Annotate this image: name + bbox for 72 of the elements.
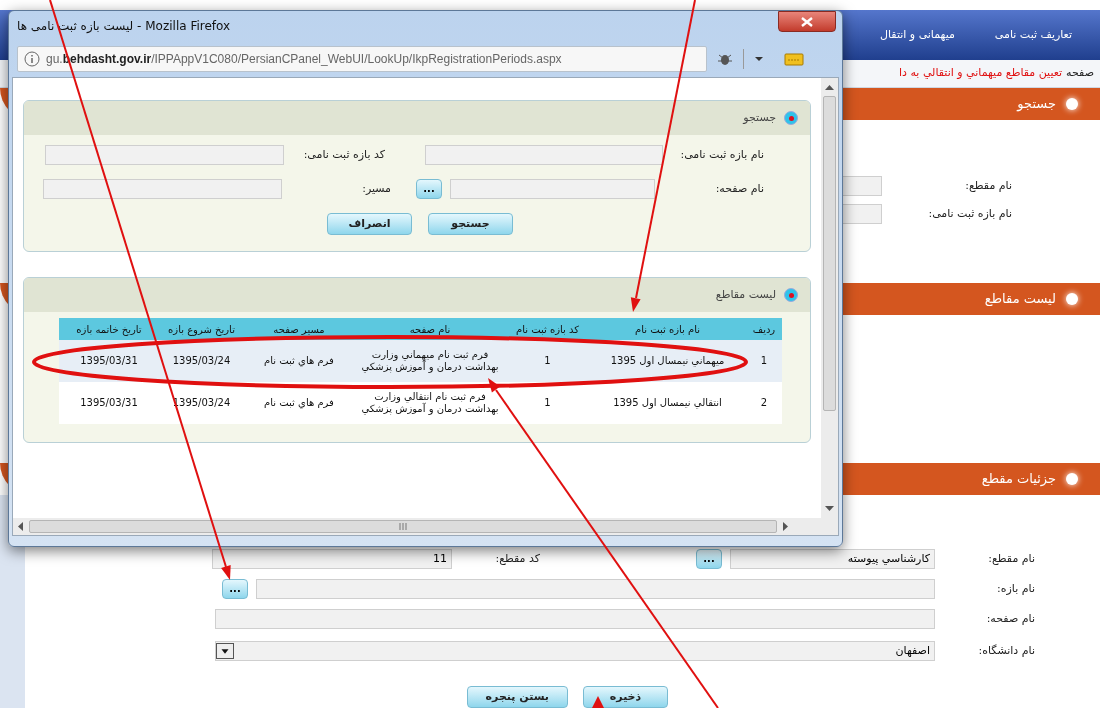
form-button[interactable]: ذخیره <box>583 686 668 708</box>
column-header: تاریخ خاتمه بازه <box>59 318 159 340</box>
field-label: کد بازه ثبت نامی: <box>302 148 385 162</box>
section-title: جستجو <box>1017 95 1056 114</box>
form-button[interactable]: انصراف <box>327 213 412 235</box>
text-field[interactable]: کارشناسي پيوسته <box>730 549 935 569</box>
column-header: کد بازه ثبت نام <box>506 318 589 340</box>
page-title: تعيين مقاطع ميهماني و انتقالي به دا <box>899 65 1063 82</box>
field-label: نام بازه ثبت نامی: <box>927 207 1012 221</box>
bug-icon[interactable] <box>717 52 733 66</box>
field-label: نام بازه ثبت نامی: <box>679 148 764 162</box>
text-field[interactable] <box>450 179 655 199</box>
field-label: نام مقطع: <box>987 552 1035 566</box>
text-field[interactable] <box>256 579 935 599</box>
lookup-button[interactable]: ... <box>696 549 722 569</box>
info-icon <box>24 51 40 67</box>
close-icon <box>801 16 813 27</box>
table-cell: 1 <box>506 340 589 382</box>
text-field[interactable] <box>45 145 284 165</box>
field-label: نام دانشگاه: <box>977 644 1035 658</box>
table-cell: فرم ثبت نام انتقالي وزارت بهداشت درمان و آموزش پزشکي <box>354 382 506 424</box>
table-cell: فرم هاي ثبت نام <box>244 340 354 382</box>
scroll-right-icon[interactable] <box>783 522 789 531</box>
tab-icon[interactable] <box>784 52 804 66</box>
field-label: نام صفحه: <box>985 612 1035 626</box>
field-label: نام صفحه: <box>714 182 764 196</box>
text-field[interactable]: 11 <box>212 549 452 569</box>
lookup-button[interactable]: ... <box>222 579 248 599</box>
section-title: لیست مقاطع <box>984 290 1056 309</box>
menu-item[interactable]: میهمانی و انتقال <box>880 26 955 44</box>
menu-item[interactable]: تعاريف ثبت نامی <box>994 26 1072 44</box>
table-cell: 1395/03/31 <box>59 340 159 382</box>
table-cell: 1 <box>506 382 589 424</box>
field-label: مسیر: <box>361 182 391 196</box>
caret-icon[interactable] <box>754 56 764 62</box>
scroll-down-icon[interactable] <box>825 506 834 512</box>
text-field[interactable] <box>43 179 282 199</box>
column-header: مسیر صفحه <box>244 318 354 340</box>
field-label: کد مقطع: <box>494 552 540 566</box>
grip-icon <box>399 523 407 530</box>
field-label: نام بازه: <box>996 582 1035 596</box>
scrollbar-thumb[interactable] <box>29 520 777 533</box>
scroll-left-icon[interactable] <box>17 522 23 531</box>
text-field[interactable] <box>425 145 663 165</box>
column-header: نام بازه ثبت نام <box>589 318 746 340</box>
column-header: تاریخ شروع بازه <box>159 318 244 340</box>
text-field[interactable] <box>215 609 935 629</box>
panel-title: لیست مقاطع <box>715 286 776 303</box>
window-title: لیست بازه ثبت نامی ها - Mozilla Firefox <box>17 18 231 35</box>
table-cell: فرم ثبت نام ميهماني وزارت بهداشت درمان و آموزش پزشکي <box>354 340 506 382</box>
breadcrumb-label: صفحه <box>1066 65 1094 82</box>
table-cell: 1395/03/31 <box>59 382 159 424</box>
dropdown-field[interactable]: اصفهان <box>215 641 935 661</box>
section-title: جزئیات مقطع <box>981 470 1056 489</box>
horizontal-scrollbar[interactable] <box>13 518 838 535</box>
scroll-up-icon[interactable] <box>825 84 834 90</box>
panel-title: جستجو <box>743 109 776 126</box>
field-label: نام مقطع: <box>964 179 1012 193</box>
lookup-button[interactable]: ... <box>416 179 442 199</box>
vertical-scrollbar[interactable] <box>821 78 838 518</box>
table-cell: انتقالي نيمسال اول 1395 <box>589 382 746 424</box>
table-cell: ميهماني نيمسال اول 1395 <box>589 340 746 382</box>
table-cell: 1395/03/24 <box>159 340 244 382</box>
close-button[interactable] <box>778 11 836 32</box>
form-button[interactable]: جستجو <box>428 213 513 235</box>
table-cell: فرم هاي ثبت نام <box>244 382 354 424</box>
column-header: نام صفحه <box>354 318 506 340</box>
form-button[interactable]: بستن پنجره <box>466 686 568 708</box>
table-cell: 1 <box>746 340 782 382</box>
column-header: ردیف <box>746 318 782 340</box>
scrollbar-thumb[interactable] <box>823 96 836 411</box>
table-cell: 2 <box>746 382 782 424</box>
